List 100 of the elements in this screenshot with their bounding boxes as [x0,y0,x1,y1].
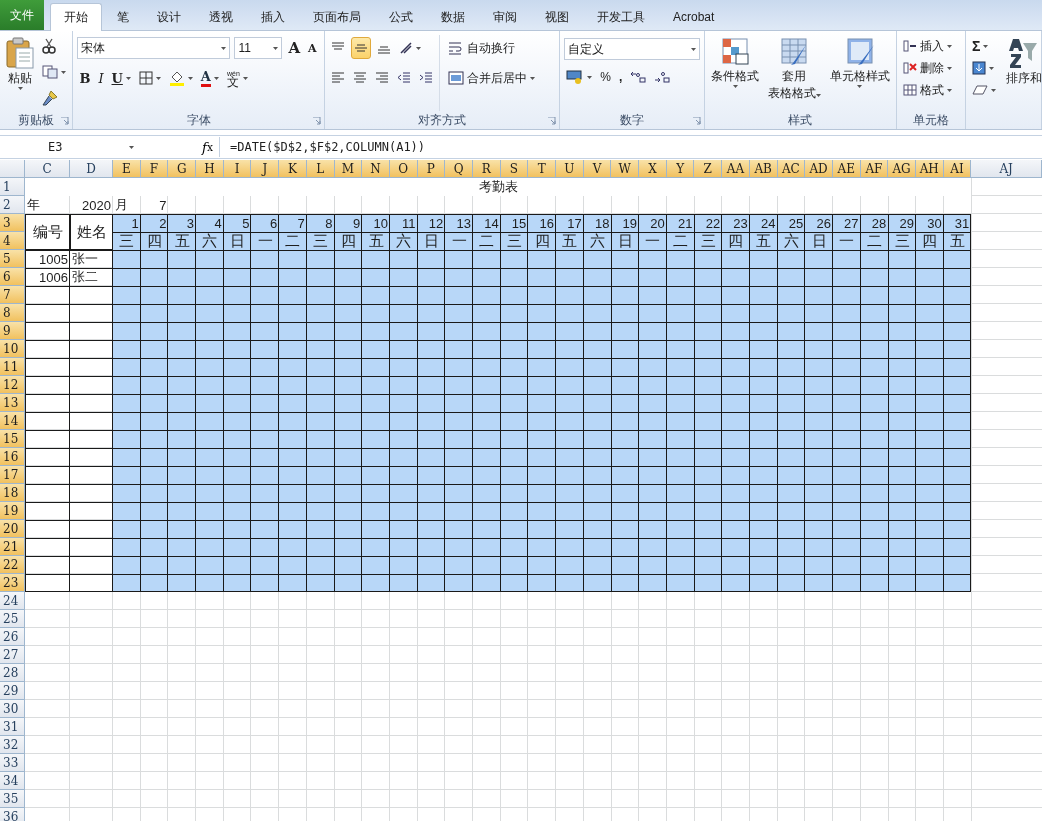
row-header[interactable]: 4 [0,232,25,250]
row-header[interactable]: 19 [0,502,25,520]
ribbon-tab[interactable]: 设计 [144,4,194,30]
format-cells-button[interactable]: 格式 [900,79,954,101]
cell-styles-button[interactable]: 单元格样式 [827,35,892,111]
row-header[interactable]: 24 [0,592,25,610]
format-as-table-button[interactable]: 套用 表格格式 [765,35,823,111]
row-header[interactable]: 32 [0,736,25,754]
row-header[interactable]: 31 [0,718,25,736]
bold-button[interactable]: B [77,67,93,89]
comma-button[interactable]: , [616,66,625,88]
row-header[interactable]: 36 [0,808,25,821]
row-header[interactable]: 3 [0,214,25,232]
column-header[interactable]: I [223,160,252,178]
row-header[interactable]: 12 [0,376,25,394]
column-header[interactable]: F [140,160,169,178]
column-header[interactable]: AC [777,160,806,178]
insert-cells-button[interactable]: 插入 [900,35,954,57]
row-header[interactable]: 13 [0,394,25,412]
column-header[interactable]: W [611,160,640,178]
column-header[interactable]: AF [860,160,889,178]
column-header[interactable]: O [389,160,418,178]
shrink-font-button[interactable]: A [306,37,319,59]
row-header[interactable]: 7 [0,286,25,304]
column-header[interactable]: V [583,160,612,178]
ribbon-tab[interactable]: 开发工具 [584,4,658,30]
row-header[interactable]: 9 [0,322,25,340]
row-header[interactable]: 8 [0,304,25,322]
row-header[interactable]: 5 [0,250,25,268]
column-header[interactable]: Z [694,160,723,178]
conditional-formatting-button[interactable]: 条件格式 [709,35,762,111]
column-header[interactable]: AI [943,160,972,178]
column-header[interactable]: K [279,160,307,178]
column-header[interactable]: AJ [971,160,1042,178]
column-header[interactable]: J [251,160,280,178]
autosum-button[interactable]: Σ [970,35,998,57]
italic-button[interactable]: I [96,67,106,89]
column-header[interactable]: U [556,160,584,178]
grow-font-button[interactable]: A [286,37,302,59]
ribbon-tab[interactable]: 页面布局 [300,4,374,30]
row-header[interactable]: 25 [0,610,25,628]
number-format-field[interactable]: 自定义 [564,38,701,60]
column-header[interactable]: AA [722,160,750,178]
row-header[interactable]: 21 [0,538,25,556]
column-header[interactable]: AE [832,160,861,178]
row-header[interactable]: 26 [0,628,25,646]
row-header[interactable]: 20 [0,520,25,538]
font-color-button[interactable]: A [198,67,221,89]
ribbon-tab[interactable]: 透视 [196,4,246,30]
ribbon-tab[interactable]: 开始 [50,3,102,31]
font-size-field[interactable]: 11 [234,37,283,59]
column-header[interactable]: X [639,160,667,178]
row-header[interactable]: 1 [0,178,25,196]
column-header[interactable]: T [528,160,556,178]
row-header[interactable]: 27 [0,646,25,664]
column-header[interactable]: Y [666,160,695,178]
column-header[interactable]: M [334,160,363,178]
row-header[interactable]: 33 [0,754,25,772]
row-header[interactable]: 14 [0,412,25,430]
column-header[interactable]: L [306,160,335,178]
sort-filter-button[interactable]: 排序和 [1002,35,1042,111]
row-header[interactable]: 28 [0,664,25,682]
column-header[interactable]: C [25,160,70,178]
row-header[interactable]: 16 [0,448,25,466]
row-header[interactable]: 18 [0,484,25,502]
row-header[interactable]: 6 [0,268,25,286]
row-header[interactable]: 34 [0,772,25,790]
font-name-field[interactable]: 宋体 [77,37,231,59]
delete-cells-button[interactable]: 删除 [900,57,954,79]
ribbon-tab[interactable]: 插入 [248,4,298,30]
column-header[interactable]: AD [805,160,833,178]
ribbon-tab[interactable]: 数据 [428,4,478,30]
column-header[interactable]: S [500,160,529,178]
row-header[interactable]: 2 [0,196,25,214]
percent-button[interactable]: % [598,66,613,88]
column-header[interactable]: N [362,160,390,178]
column-header[interactable]: G [168,160,197,178]
column-header[interactable]: H [196,160,224,178]
row-header[interactable]: 35 [0,790,25,808]
column-header[interactable]: AH [915,160,944,178]
wrap-text-button[interactable]: 自动换行 [446,35,538,61]
column-header[interactable]: P [417,160,446,178]
column-header[interactable]: AB [749,160,778,178]
ribbon-tab[interactable]: 视图 [532,4,582,30]
ribbon-tab[interactable]: 文件 [0,0,44,30]
row-header[interactable]: 30 [0,700,25,718]
row-header[interactable]: 22 [0,556,25,574]
column-header[interactable]: Q [445,160,473,178]
ribbon-tab[interactable]: 笔 [104,4,142,30]
formula-text[interactable]: =DATE($D$2,$F$2,COLUMN(A1)) [220,140,426,154]
column-header[interactable]: R [472,160,501,178]
row-header[interactable]: 15 [0,430,25,448]
row-header[interactable]: 11 [0,358,25,376]
merge-center-button[interactable]: 合并后居中 [446,65,538,91]
row-header[interactable]: 29 [0,682,25,700]
row-header[interactable]: 23 [0,574,25,592]
paste-button[interactable]: 粘贴 [4,35,36,111]
underline-button[interactable]: U [109,67,133,89]
column-header[interactable]: D [70,160,113,178]
ribbon-tab[interactable]: Acrobat [660,4,728,30]
